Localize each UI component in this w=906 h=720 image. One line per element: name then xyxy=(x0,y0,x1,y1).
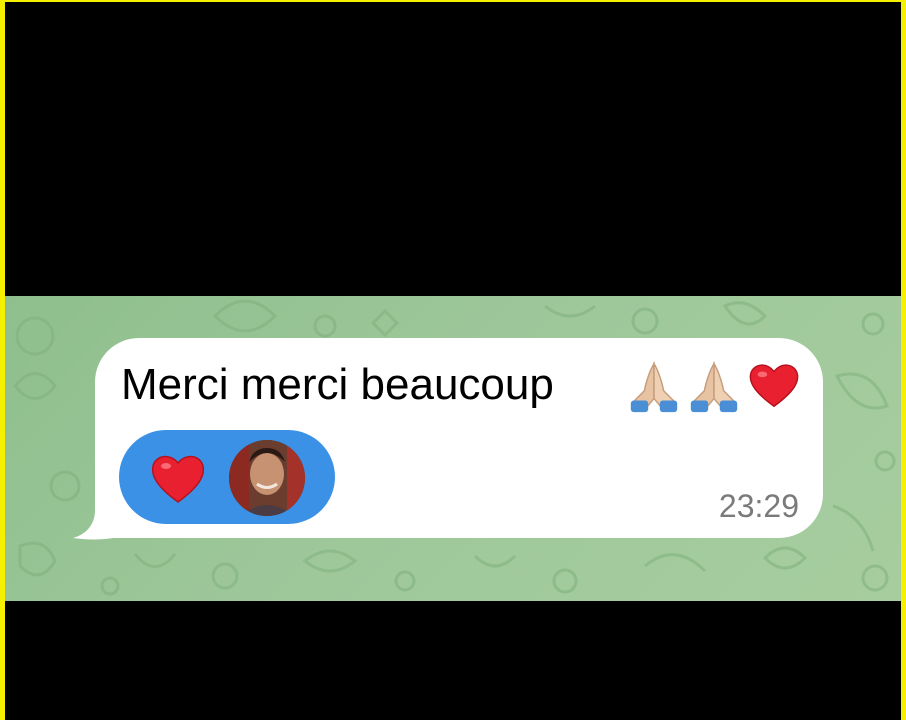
red-heart-icon xyxy=(151,455,205,503)
message-emojis xyxy=(625,356,803,414)
reaction-pill[interactable] xyxy=(119,430,335,524)
message-text: Merci merci beaucoup xyxy=(121,360,554,409)
frame-edge-right xyxy=(901,0,906,720)
message-timestamp: 23:29 xyxy=(718,488,799,524)
avatar-photo xyxy=(229,440,305,516)
reactor-avatar[interactable] xyxy=(229,440,305,516)
folded-hands-icon xyxy=(630,361,678,413)
folded-hands-icon xyxy=(690,361,738,413)
screen-frame: Merci merci beaucoup 23:29 xyxy=(0,0,906,720)
red-heart-icon xyxy=(749,364,799,408)
message-bubble[interactable]: Merci merci beaucoup 23:29 xyxy=(95,338,823,538)
chat-background: Merci merci beaucoup 23:29 xyxy=(5,296,901,601)
frame-edge-top xyxy=(0,0,906,2)
